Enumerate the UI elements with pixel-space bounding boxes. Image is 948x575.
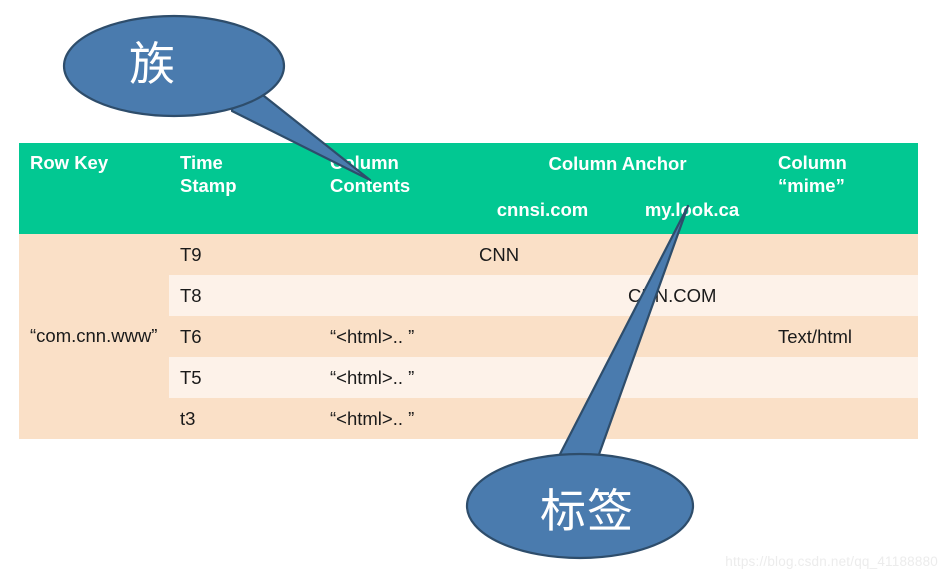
cell-anchor-my-look-ca	[617, 357, 767, 398]
header-column-mime-line1: Column	[778, 152, 847, 173]
cell-column-contents: “<html>.. ”	[319, 316, 468, 357]
cell-column-contents: “<html>.. ”	[319, 398, 468, 439]
cell-time-stamp: T6	[169, 316, 319, 357]
cell-column-contents	[319, 234, 468, 275]
header-time-stamp: Time Stamp	[169, 143, 319, 234]
cell-anchor-cnnsi-com	[468, 398, 617, 439]
header-column-mime-line2: “mime”	[778, 174, 845, 196]
table-row: “com.cnn.www” T9 CNN	[19, 234, 918, 439]
cell-column-mime	[767, 234, 918, 275]
callout-label-family: 族	[129, 37, 176, 91]
table-header-row-primary: Row Key Time Stamp Column Contents Colum…	[19, 143, 918, 234]
cell-row-key-value: “com.cnn.www”	[19, 234, 169, 439]
header-anchor-my-look-ca: my.look.ca	[617, 185, 767, 234]
header-column-contents-line1: Column	[330, 152, 399, 173]
cell-anchor-cnnsi-com	[468, 357, 617, 398]
cell-column-mime	[767, 357, 918, 398]
header-column-mime: Column “mime”	[767, 143, 918, 234]
header-column-anchor-group: Column Anchor	[468, 143, 767, 185]
cell-anchor-cnnsi-com: CNN	[468, 234, 617, 275]
header-column-contents: Column Contents	[319, 143, 468, 234]
cell-time-stamp: T5	[169, 357, 319, 398]
cell-column-mime	[767, 398, 918, 439]
header-row-key: Row Key	[19, 143, 169, 234]
cell-column-mime	[767, 275, 918, 316]
cell-anchor-cnnsi-com	[468, 275, 617, 316]
cell-time-stamp: t3	[169, 398, 319, 439]
cell-column-contents	[319, 275, 468, 316]
cell-anchor-cnnsi-com	[468, 316, 617, 357]
header-time-stamp-line2: Stamp	[180, 174, 237, 196]
header-time-stamp-line1: Time	[180, 152, 223, 173]
cell-time-stamp: T9	[169, 234, 319, 275]
cell-time-stamp: T8	[169, 275, 319, 316]
header-anchor-my-look-ca-label: my.look.ca	[644, 198, 740, 220]
callout-label-label: 标签	[540, 484, 634, 538]
cell-column-mime: Text/html	[767, 316, 918, 357]
cell-anchor-my-look-ca	[617, 398, 767, 439]
header-column-anchor-label: Column Anchor	[548, 153, 687, 174]
cell-anchor-my-look-ca	[617, 316, 767, 357]
header-anchor-cnnsi-com-label: cnnsi.com	[496, 198, 589, 220]
cell-anchor-my-look-ca: CNN.COM	[617, 275, 767, 316]
header-column-contents-line2: Contents	[330, 174, 411, 196]
header-anchor-cnnsi-com: cnnsi.com	[468, 185, 617, 234]
cell-anchor-my-look-ca	[617, 234, 767, 275]
hbase-schema-table: Row Key Time Stamp Column Contents Colum…	[19, 143, 918, 439]
cell-column-contents: “<html>.. ”	[319, 357, 468, 398]
watermark-text: https://blog.csdn.net/qq_41188880	[725, 554, 938, 569]
header-row-key-label: Row Key	[30, 152, 109, 173]
slide-canvas: Row Key Time Stamp Column Contents Colum…	[0, 0, 948, 575]
